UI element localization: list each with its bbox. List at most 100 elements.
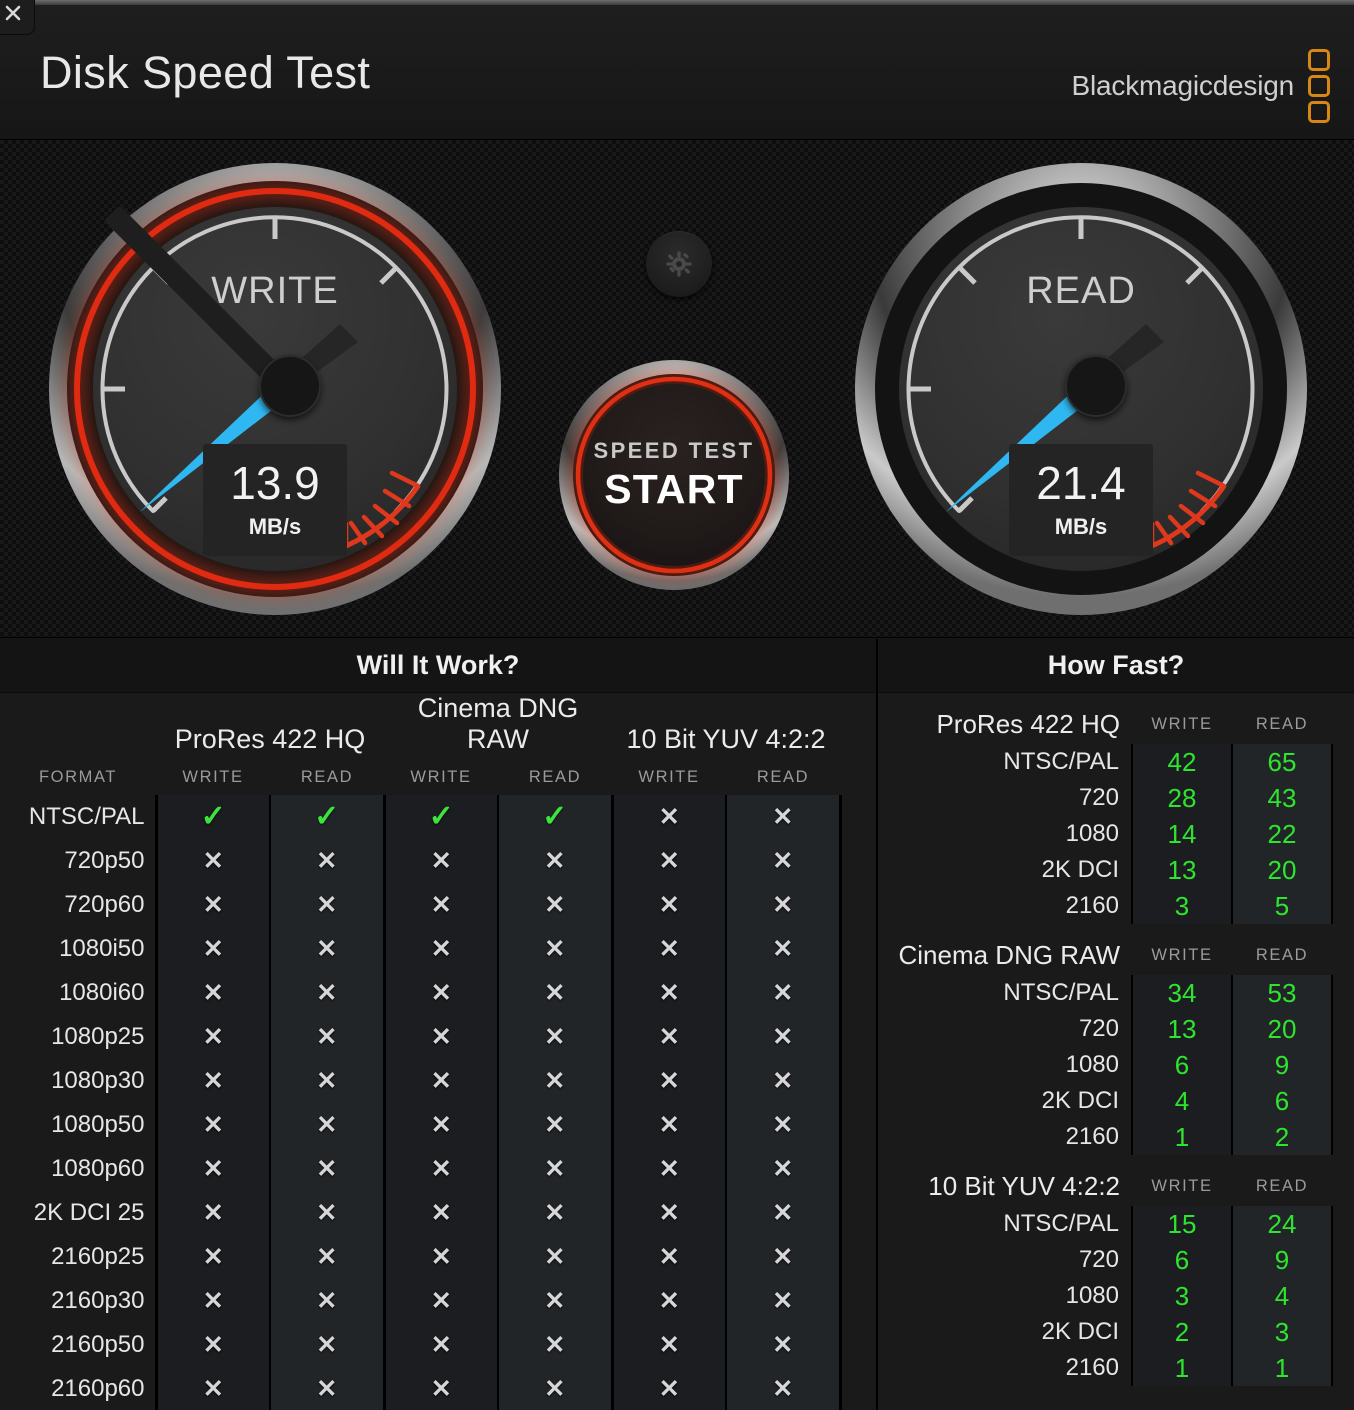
table-row: 1080p60 ✕ ✕ ✕ ✕ ✕ ✕: [0, 1147, 878, 1191]
table-row: 1080i60 ✕ ✕ ✕ ✕ ✕ ✕: [0, 971, 878, 1015]
table-row: NTSC/PAL ✓ ✓ ✓ ✓ ✕ ✕: [0, 795, 878, 839]
check-icon: ✓: [314, 800, 340, 833]
cross-icon: ✕: [202, 1022, 224, 1051]
resolution-label: 2K DCI: [1041, 1318, 1119, 1345]
cross-icon: ✕: [772, 1022, 794, 1051]
cell-unsupported: ✕: [497, 1191, 612, 1235]
read-column-header: READ: [1255, 1177, 1309, 1195]
cross-icon: ✕: [772, 934, 794, 963]
read-speed-value: 9: [1231, 1047, 1333, 1083]
table-row: 2160p50 ✕ ✕ ✕ ✕ ✕ ✕: [0, 1323, 878, 1367]
cell-unsupported: ✕: [497, 839, 612, 883]
resolution-label: NTSC/PAL: [1003, 979, 1119, 1006]
cell-unsupported: ✕: [269, 1059, 384, 1103]
cell-unsupported: ✕: [497, 927, 612, 971]
write-speed-value: 13: [1131, 1011, 1232, 1047]
cross-icon: ✕: [430, 1374, 452, 1403]
how-fast-title: How Fast?: [1047, 650, 1185, 680]
cell-unsupported: ✕: [382, 1015, 498, 1059]
resolution-label: 2K DCI: [1041, 1087, 1119, 1114]
cross-icon: ✕: [316, 1286, 338, 1315]
will-it-work-subheader-row: FORMAT WRITE READ WRITE READ WRITE READ: [0, 759, 878, 795]
write-speed-value: 6: [1131, 1047, 1232, 1083]
cell-unsupported: ✕: [725, 1015, 840, 1059]
cross-icon: ✕: [544, 846, 566, 875]
table-row: 1080p30 ✕ ✕ ✕ ✕ ✕ ✕: [0, 1059, 878, 1103]
cross-icon: ✕: [772, 1374, 794, 1403]
table-row: 2160p30 ✕ ✕ ✕ ✕ ✕ ✕: [0, 1279, 878, 1323]
cross-icon: ✕: [544, 1022, 566, 1051]
write-speed-value: 2: [1131, 1314, 1232, 1350]
cross-icon: ✕: [544, 890, 566, 919]
cell-unsupported: ✕: [269, 927, 384, 971]
cell-unsupported: ✕: [497, 1059, 612, 1103]
cross-icon: ✕: [316, 846, 338, 875]
cross-icon: ✕: [202, 1242, 224, 1271]
how-fast-section-header: Cinema DNG RAW WRITE READ: [878, 924, 1354, 975]
cross-icon: ✕: [772, 1066, 794, 1095]
cell-unsupported: ✕: [382, 883, 498, 927]
cross-icon: ✕: [544, 1154, 566, 1183]
cross-icon: ✕: [544, 1330, 566, 1359]
cross-icon: ✕: [658, 934, 680, 963]
close-button[interactable]: [0, 0, 35, 35]
write-speed-value: 6: [1131, 1242, 1232, 1278]
cell-supported: ✓: [269, 795, 384, 839]
cell-unsupported: ✕: [382, 1103, 498, 1147]
how-fast-section-header: 10 Bit YUV 4:2:2 WRITE READ: [878, 1155, 1354, 1206]
cell-unsupported: ✕: [154, 883, 270, 927]
read-speed-value: 24: [1231, 1206, 1333, 1242]
cross-icon: ✕: [772, 1110, 794, 1139]
gauge-panel: WRITE 13.9 MB/s READ 21.4 MB/s SPEED TES…: [0, 140, 1354, 638]
cell-unsupported: ✕: [269, 1147, 384, 1191]
cell-unsupported: ✕: [382, 927, 498, 971]
cell-unsupported: ✕: [382, 1147, 498, 1191]
cell-unsupported: ✕: [269, 1323, 384, 1367]
cell-unsupported: ✕: [725, 795, 840, 839]
will-it-work-table: ProRes 422 HQ Cinema DNG RAW 10 Bit YUV …: [0, 693, 878, 1410]
table-row: 1080i50 ✕ ✕ ✕ ✕ ✕ ✕: [0, 927, 878, 971]
table-row: NTSC/PAL 15 24: [878, 1206, 1354, 1242]
cross-icon: ✕: [430, 1022, 452, 1051]
read-column-header: READ: [1255, 715, 1309, 733]
cross-icon: ✕: [772, 1242, 794, 1271]
write-speed-value: 1: [1131, 1119, 1232, 1155]
format-label: 1080p50: [51, 1111, 145, 1138]
cross-icon: ✕: [316, 1374, 338, 1403]
col-header-dng-read: READ: [528, 767, 582, 786]
cross-icon: ✕: [202, 978, 224, 1007]
settings-button[interactable]: [646, 231, 712, 297]
table-row: NTSC/PAL 42 65: [878, 744, 1354, 780]
cross-icon: ✕: [658, 890, 680, 919]
cell-unsupported: ✕: [154, 1323, 270, 1367]
cell-unsupported: ✕: [154, 1147, 270, 1191]
group-header-dngraw: Cinema DNG RAW: [417, 693, 579, 754]
format-label: NTSC/PAL: [28, 803, 145, 830]
cell-unsupported: ✕: [269, 971, 384, 1015]
cell-unsupported: ✕: [725, 1059, 840, 1103]
cell-unsupported: ✕: [382, 1279, 498, 1323]
cross-icon: ✕: [544, 1374, 566, 1403]
read-speed-value: 53: [1231, 975, 1333, 1011]
read-speed-value: 43: [1231, 780, 1333, 816]
table-row: 720p60 ✕ ✕ ✕ ✕ ✕ ✕: [0, 883, 878, 927]
cell-unsupported: ✕: [725, 971, 840, 1015]
write-speed-value: 14: [1131, 816, 1232, 852]
col-header-prores-write: WRITE: [182, 767, 244, 786]
cell-unsupported: ✕: [382, 1367, 498, 1410]
resolution-label: 1080: [1065, 1282, 1119, 1309]
cell-unsupported: ✕: [725, 927, 840, 971]
cross-icon: ✕: [430, 978, 452, 1007]
group-header-yuv: 10 Bit YUV 4:2:2: [626, 724, 826, 754]
table-row: 2K DCI 2 3: [878, 1314, 1354, 1350]
table-row: 2160p60 ✕ ✕ ✕ ✕ ✕ ✕: [0, 1367, 878, 1410]
cell-unsupported: ✕: [610, 1367, 726, 1410]
speed-test-start-button[interactable]: SPEED TEST START: [555, 356, 793, 594]
write-speed-value: 34: [1131, 975, 1232, 1011]
format-label: 2160p25: [51, 1243, 145, 1270]
table-row: 2160 1 1: [878, 1350, 1354, 1386]
cell-unsupported: ✕: [610, 927, 726, 971]
read-speed-value: 1: [1231, 1350, 1333, 1386]
cross-icon: ✕: [430, 846, 452, 875]
table-row: 720 28 43: [878, 780, 1354, 816]
